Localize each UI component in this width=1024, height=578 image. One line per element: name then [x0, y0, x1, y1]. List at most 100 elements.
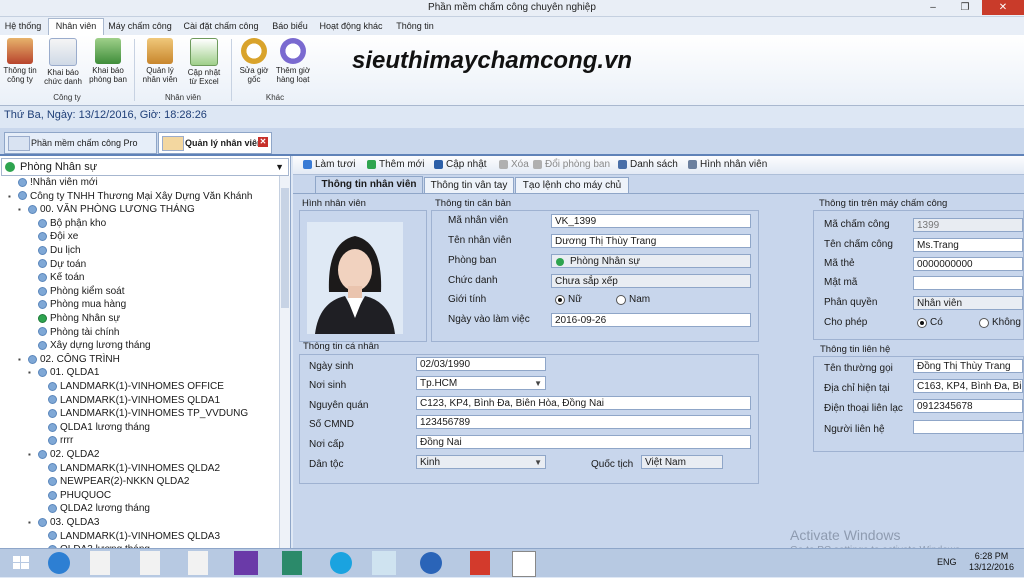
tree-node[interactable]: ▪ 01. QLDA1: [28, 366, 99, 380]
tree-node[interactable]: Bộ phận kho: [28, 217, 106, 231]
job-title-button[interactable]: Khai báo chức danh: [43, 38, 83, 86]
tree-node[interactable]: Dự toán: [28, 258, 86, 272]
update-button[interactable]: Cập nhật: [434, 158, 487, 172]
notepad-icon[interactable]: [372, 551, 396, 575]
menu-cai-dat-cham-cong[interactable]: Cài đặt chấm công: [178, 19, 264, 35]
close-button[interactable]: ✕: [982, 0, 1024, 15]
tree-node[interactable]: LANDMARK(1)-VINHOMES QLDA3: [38, 530, 220, 544]
card-number-field[interactable]: 0000000000: [913, 257, 1023, 271]
tab-employee-info[interactable]: Thông tin nhân viên: [315, 176, 423, 194]
issue-place-field[interactable]: Đồng Nai: [416, 435, 751, 449]
edit-time-button[interactable]: Sửa giờ gốc: [234, 38, 274, 84]
contact-person-field[interactable]: [913, 420, 1023, 434]
ie-icon[interactable]: [48, 552, 70, 574]
clock[interactable]: 6:28 PM 13/12/2016: [969, 551, 1014, 573]
skype-icon[interactable]: [330, 552, 352, 574]
company-info-button[interactable]: Thông tin công ty: [0, 38, 40, 84]
scrollbar-thumb[interactable]: [281, 188, 289, 308]
password-field[interactable]: [913, 276, 1023, 290]
tab-fingerprint-info[interactable]: Thông tin vân tay: [424, 177, 514, 193]
doc-tab-employees[interactable]: Quản lý nhân viên ✕: [158, 132, 272, 154]
manage-employees-button[interactable]: Quản lý nhân viên: [140, 38, 180, 84]
tab-server-command[interactable]: Tạo lệnh cho máy chủ: [515, 177, 629, 193]
employee-photo-button[interactable]: Hình nhân viên: [688, 158, 767, 172]
permission-field[interactable]: Nhân viên: [913, 296, 1023, 310]
expand-icon[interactable]: ▪: [28, 366, 36, 379]
tree-node[interactable]: Phòng kiểm soát: [28, 285, 125, 299]
tree-node[interactable]: !Nhân viên mới: [8, 176, 98, 190]
tree-node[interactable]: Phòng tài chính: [28, 326, 120, 340]
menu-bao-bieu[interactable]: Báo biểu: [268, 19, 312, 35]
expand-icon[interactable]: ▪: [8, 190, 16, 203]
tree-node[interactable]: LANDMARK(1)-VINHOMES TP_VVDUNG: [38, 407, 248, 421]
expand-icon[interactable]: ▪: [18, 203, 26, 216]
timecard-id-field[interactable]: 1399: [913, 218, 1023, 232]
birth-place-select[interactable]: Tp.HCM ▼: [416, 376, 546, 390]
id-number-field[interactable]: 123456789: [416, 415, 751, 429]
menu-he-thong[interactable]: Hệ thống: [2, 19, 44, 35]
visual-studio-icon[interactable]: [234, 551, 258, 575]
tree-node[interactable]: Du lịch: [28, 244, 81, 258]
file-icon[interactable]: [90, 551, 110, 575]
tree-node[interactable]: ▪ Công ty TNHH Thương Mại Xây Dựng Văn Kh…: [8, 190, 252, 204]
start-button[interactable]: [4, 551, 38, 575]
tree-node[interactable]: LANDMARK(1)-VINHOMES OFFICE: [38, 380, 224, 394]
change-department-button[interactable]: Đổi phòng ban: [533, 158, 610, 172]
delete-button[interactable]: Xóa: [499, 158, 529, 172]
expand-icon[interactable]: ▪: [28, 516, 36, 529]
bulk-time-button[interactable]: Thêm giờ hàng loạt: [273, 38, 313, 84]
tree-node[interactable]: QLDA2 lương tháng: [38, 502, 150, 516]
gender-male-radio[interactable]: [616, 295, 626, 305]
address-field[interactable]: C163, KP4, Bình Đa, Biên: [913, 379, 1023, 393]
tree-node[interactable]: ▪ 03. QLDA3: [28, 516, 99, 530]
menu-nhan-vien[interactable]: Nhân viên: [48, 18, 104, 36]
tree-node[interactable]: ▪ 02. CÔNG TRÌNH: [18, 353, 120, 367]
allow-no-radio[interactable]: [979, 318, 989, 328]
nationality-field[interactable]: Việt Nam: [641, 455, 723, 469]
tree-node[interactable]: Kế toán: [28, 271, 84, 285]
import-excel-button[interactable]: Cập nhật từ Excel: [184, 38, 224, 86]
add-new-button[interactable]: Thêm mới: [367, 158, 424, 172]
shield-icon[interactable]: [470, 551, 490, 575]
tree-node[interactable]: Phòng Nhân sự: [28, 312, 120, 326]
department-select[interactable]: Phòng Nhân sự ▼: [1, 158, 289, 176]
timecard-name-field[interactable]: Ms.Trang: [913, 238, 1023, 252]
tree-node[interactable]: ▪ 00. VĂN PHÒNG LƯƠNG THÁNG: [18, 203, 195, 217]
remote-icon[interactable]: [420, 552, 442, 574]
list-button[interactable]: Danh sách: [618, 158, 678, 172]
expand-icon[interactable]: ▪: [18, 353, 26, 366]
hometown-field[interactable]: C123, KP4, Bình Đa, Biên Hòa, Đồng Nai: [416, 396, 751, 410]
tree-node[interactable]: LANDMARK(1)-VINHOMES QLDA2: [38, 462, 220, 476]
quill-icon[interactable]: [282, 551, 302, 575]
tree-node[interactable]: PHUQUOC: [38, 489, 111, 503]
start-date-field[interactable]: 2016-09-26: [551, 313, 751, 327]
birth-date-field[interactable]: 02/03/1990: [416, 357, 546, 371]
menu-hoat-dong-khac[interactable]: Hoạt động khác: [316, 19, 386, 35]
minimize-button[interactable]: –: [918, 0, 948, 15]
app-icon[interactable]: [512, 551, 536, 577]
doc-tab-home[interactable]: Phần mềm chấm công Pro: [4, 132, 157, 154]
tree-scrollbar[interactable]: [279, 176, 290, 548]
tree-node[interactable]: Xây dựng lương tháng: [28, 339, 151, 353]
maximize-button[interactable]: ❐: [950, 0, 980, 15]
file-icon[interactable]: [140, 551, 160, 575]
employee-id-field[interactable]: VK_1399: [551, 214, 751, 228]
menu-thong-tin[interactable]: Thông tin: [390, 19, 440, 35]
allow-yes-radio[interactable]: [917, 318, 927, 328]
phone-field[interactable]: 0912345678: [913, 399, 1023, 413]
tree-node[interactable]: Phòng mua hàng: [28, 298, 126, 312]
refresh-button[interactable]: Làm tươi: [303, 158, 355, 172]
language-indicator[interactable]: ENG: [937, 557, 957, 567]
file-icon[interactable]: [188, 551, 208, 575]
menu-may-cham-cong[interactable]: Máy chấm công: [106, 19, 174, 35]
tree-node[interactable]: NEWPEAR(2)-NKKN QLDA2: [38, 475, 189, 489]
tree-node[interactable]: ▪ 02. QLDA2: [28, 448, 99, 462]
tree-node[interactable]: LANDMARK(1)-VINHOMES QLDA1: [38, 394, 220, 408]
close-tab-icon[interactable]: ✕: [258, 137, 268, 147]
department-button[interactable]: Khai báo phòng ban: [88, 38, 128, 84]
tree-node[interactable]: Đội xe: [28, 230, 78, 244]
tree-node[interactable]: QLDA1 lương tháng: [38, 421, 150, 435]
gender-female-radio[interactable]: [555, 295, 565, 305]
employee-name-field[interactable]: Dương Thị Thùy Trang: [551, 234, 751, 248]
tree-node[interactable]: rrrr: [38, 434, 73, 448]
